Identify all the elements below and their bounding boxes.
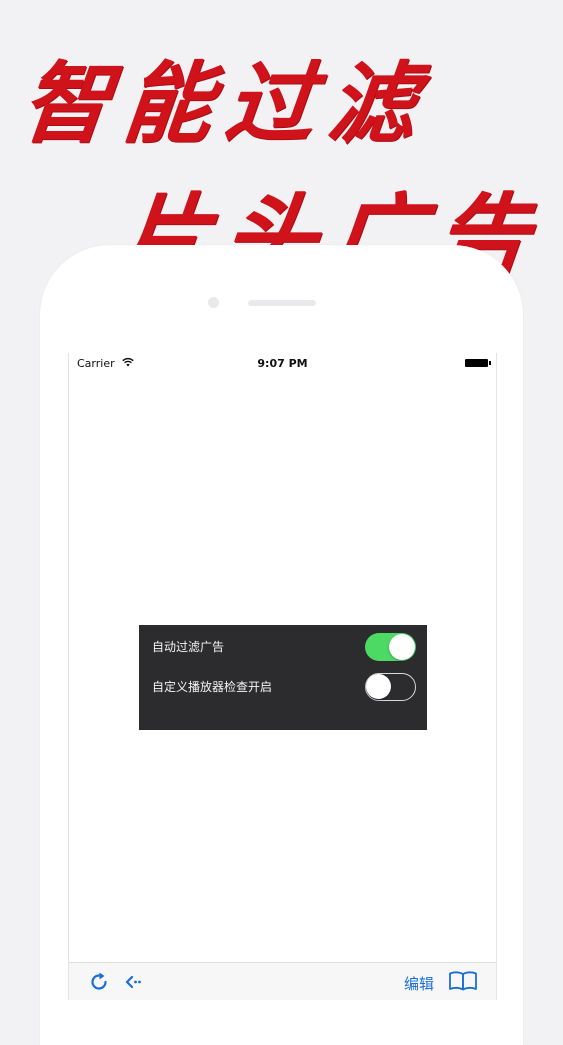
- edit-button[interactable]: 编辑: [404, 973, 434, 994]
- battery-icon: [465, 359, 491, 367]
- setting-label: 自定义播放器检查开启: [152, 680, 273, 694]
- back-icon[interactable]: [121, 970, 145, 994]
- custom-player-check-toggle[interactable]: [365, 673, 416, 701]
- setting-row-custom-player-check: 自定义播放器检查开启: [139, 667, 427, 707]
- setting-row-auto-filter-ads: 自动过滤广告: [139, 627, 427, 667]
- bookmarks-icon[interactable]: [448, 969, 478, 993]
- speaker-grille: [248, 300, 316, 306]
- status-bar: Carrier 9:07 PM: [69, 353, 496, 373]
- reload-icon[interactable]: [87, 970, 111, 994]
- auto-filter-ads-toggle[interactable]: [365, 633, 416, 661]
- front-camera-icon: [208, 297, 219, 308]
- settings-panel: 自动过滤广告 自定义播放器检查开启: [139, 625, 427, 730]
- phone-screen: Carrier 9:07 PM 自动过滤广告 自定义播放器检查开启 编辑: [68, 353, 497, 1000]
- promo-headline-line1: 智能过滤: [16, 51, 436, 155]
- toggle-knob: [366, 674, 391, 699]
- toggle-knob: [389, 634, 415, 660]
- status-time: 9:07 PM: [257, 357, 308, 370]
- bottom-toolbar: 编辑: [69, 962, 496, 1000]
- setting-label: 自动过滤广告: [152, 640, 225, 654]
